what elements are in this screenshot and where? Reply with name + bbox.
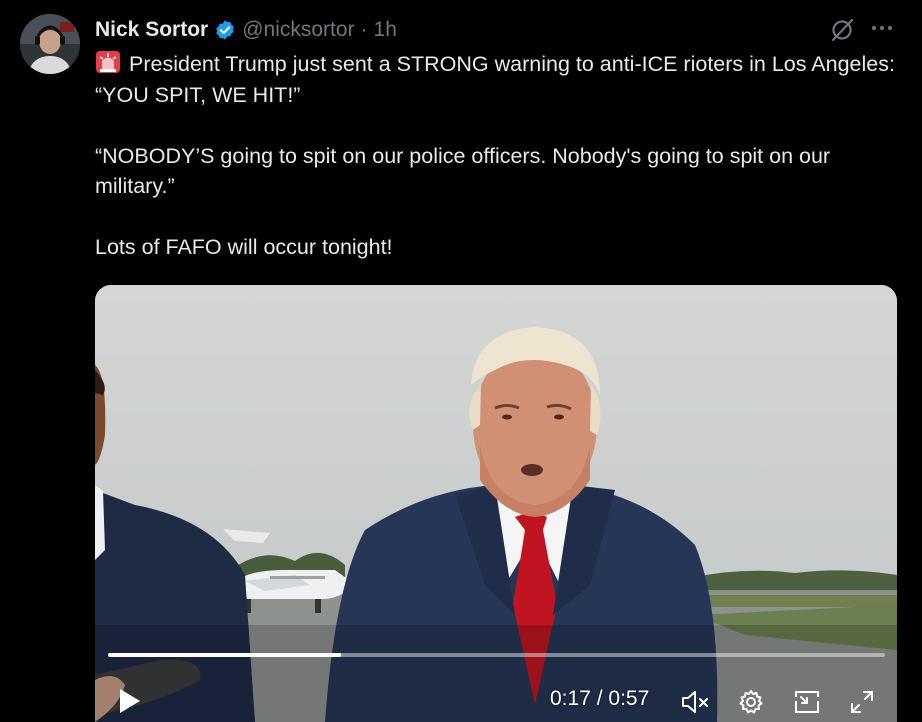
avatar[interactable] <box>20 14 80 74</box>
tweet-timestamp[interactable]: 1h <box>374 18 397 42</box>
more-icon[interactable] <box>868 14 896 42</box>
verified-badge-icon[interactable] <box>214 19 236 41</box>
gear-icon[interactable] <box>737 688 765 716</box>
author-name[interactable]: Nick Sortor <box>95 18 208 42</box>
picture-in-picture-icon[interactable] <box>792 688 822 716</box>
video-progress-fill <box>108 653 342 657</box>
muted-speaker-icon[interactable] <box>680 689 712 715</box>
tweet-header: Nick Sortor @nicksortor · 1h <box>95 15 397 45</box>
avatar-image <box>20 14 80 74</box>
play-icon[interactable] <box>117 687 143 715</box>
author-handle[interactable]: @nicksortor <box>242 18 354 42</box>
video-progress-bar[interactable] <box>108 653 885 657</box>
tweet-line-3: Lots of FAFO will occur tonight! <box>95 235 393 259</box>
tweet-line-1: President Trump just sent a STRONG warni… <box>95 52 901 107</box>
fullscreen-icon[interactable] <box>848 688 876 716</box>
grok-icon[interactable] <box>829 17 855 43</box>
header-separator: · <box>360 18 368 41</box>
video-duration: 0:57 <box>608 687 650 710</box>
video-time-display: 0:17 / 0:57 <box>550 687 649 711</box>
video-current-time: 0:17 <box>550 687 591 710</box>
video-time-separator: / <box>596 687 609 710</box>
rotating-light-emoji <box>96 51 120 73</box>
tweet-line-2: “NOBODY’S going to spit on our police of… <box>95 143 837 199</box>
tweet-text: President Trump just sent a STRONG warni… <box>95 49 895 263</box>
video-player[interactable]: 0:17 / 0:57 <box>95 285 897 722</box>
